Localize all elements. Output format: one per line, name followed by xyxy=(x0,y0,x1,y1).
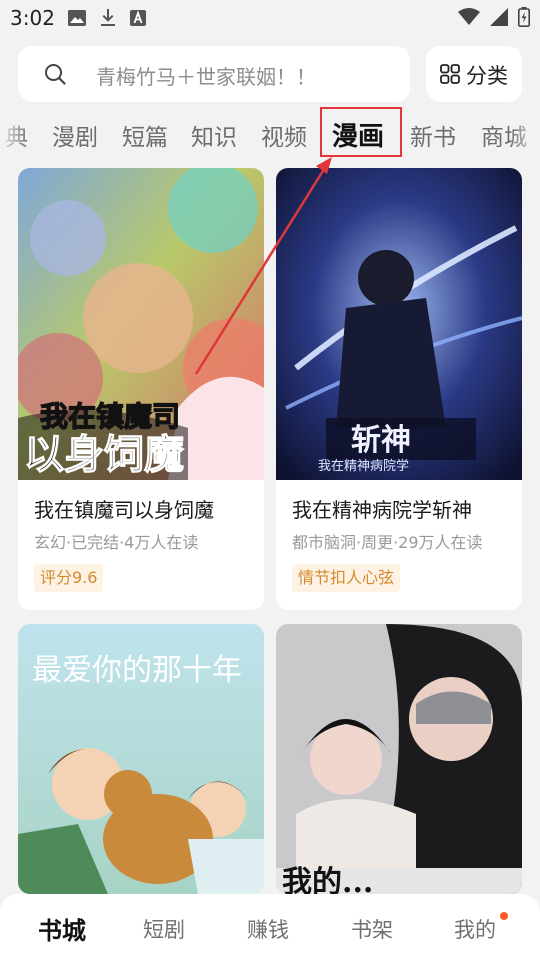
book-cover-image: 我在镇魔司 以身饲魔 xyxy=(18,168,264,480)
book-cover-image: 斩神 我在精神病院学 xyxy=(276,168,522,480)
notification-dot xyxy=(500,912,508,920)
status-left-icons xyxy=(68,9,146,27)
book-cover-image: 最爱你的那十年 xyxy=(18,624,264,894)
book-card[interactable]: 我在镇魔司 以身饲魔 我在镇魔司以身饲魔 玄幻·已完结·4万人在读 评分9.6 xyxy=(18,168,264,610)
status-bar: 3:02 xyxy=(0,0,540,36)
category-label: 分类 xyxy=(466,64,508,88)
cover-title-line-1: 我在镇魔司 xyxy=(40,400,180,433)
book-card[interactable]: 我的... xyxy=(276,624,522,894)
status-right-icons xyxy=(458,7,530,27)
tab-manju[interactable]: 漫剧 xyxy=(52,118,98,152)
category-tabs: 典 漫剧 短篇 知识 视频 漫画 新书 商城 xyxy=(0,108,540,160)
cover-title: 我的... xyxy=(282,865,373,894)
tab-manhua[interactable]: 漫画 xyxy=(332,116,384,153)
tab-xinshu[interactable]: 新书 xyxy=(410,118,456,152)
bottom-nav: 书城 短剧 赚钱 书架 我的 xyxy=(0,894,540,960)
book-cover-image: 我的... xyxy=(276,624,522,894)
battery-charging-icon xyxy=(518,7,530,27)
nav-profile[interactable]: 我的 xyxy=(454,914,496,944)
book-badge: 情节扣人心弦 xyxy=(292,564,401,592)
search-placeholder: 青梅竹马＋世家联姻！！ xyxy=(96,65,316,89)
book-meta: 都市脑洞·周更·29万人在读 xyxy=(292,533,483,552)
nav-bookshelf[interactable]: 书架 xyxy=(351,914,393,944)
book-card[interactable]: 最爱你的那十年 xyxy=(18,624,264,894)
book-meta: 玄幻·已完结·4万人在读 xyxy=(34,533,199,552)
nav-short-drama[interactable]: 短剧 xyxy=(143,914,185,944)
book-card[interactable]: 斩神 我在精神病院学 我在精神病院学斩神 都市脑洞·周更·29万人在读 情节扣人… xyxy=(276,168,522,610)
image-icon xyxy=(68,10,86,26)
status-time: 3:02 xyxy=(10,6,55,30)
cover-title: 最爱你的那十年 xyxy=(32,653,242,688)
book-title: 我在精神病院学斩神 xyxy=(292,498,472,522)
grid-icon xyxy=(440,64,460,84)
cover-title-sub: 我在精神病院学 xyxy=(318,458,409,474)
book-title: 我在镇魔司以身饲魔 xyxy=(34,498,214,522)
search-icon xyxy=(45,64,66,85)
book-badge: 评分9.6 xyxy=(34,564,104,592)
cover-title-main: 斩神 xyxy=(351,423,411,458)
tabs-fade-right xyxy=(510,108,540,160)
tabs-fade-left xyxy=(0,108,30,160)
nav-earn-money[interactable]: 赚钱 xyxy=(247,914,289,944)
wifi-icon xyxy=(458,8,480,25)
cover-title-line-2: 以身饲魔 xyxy=(24,431,184,478)
nav-bookstore[interactable]: 书城 xyxy=(38,911,86,946)
a-badge-icon xyxy=(130,10,146,26)
signal-icon xyxy=(490,8,508,26)
tab-zhishi[interactable]: 知识 xyxy=(191,118,237,152)
download-icon xyxy=(101,9,115,26)
search-input[interactable]: 青梅竹马＋世家联姻！！ xyxy=(18,46,410,102)
category-button[interactable]: 分类 xyxy=(426,46,522,102)
tab-duanpian[interactable]: 短篇 xyxy=(122,118,168,152)
tab-shipin[interactable]: 视频 xyxy=(261,118,307,152)
